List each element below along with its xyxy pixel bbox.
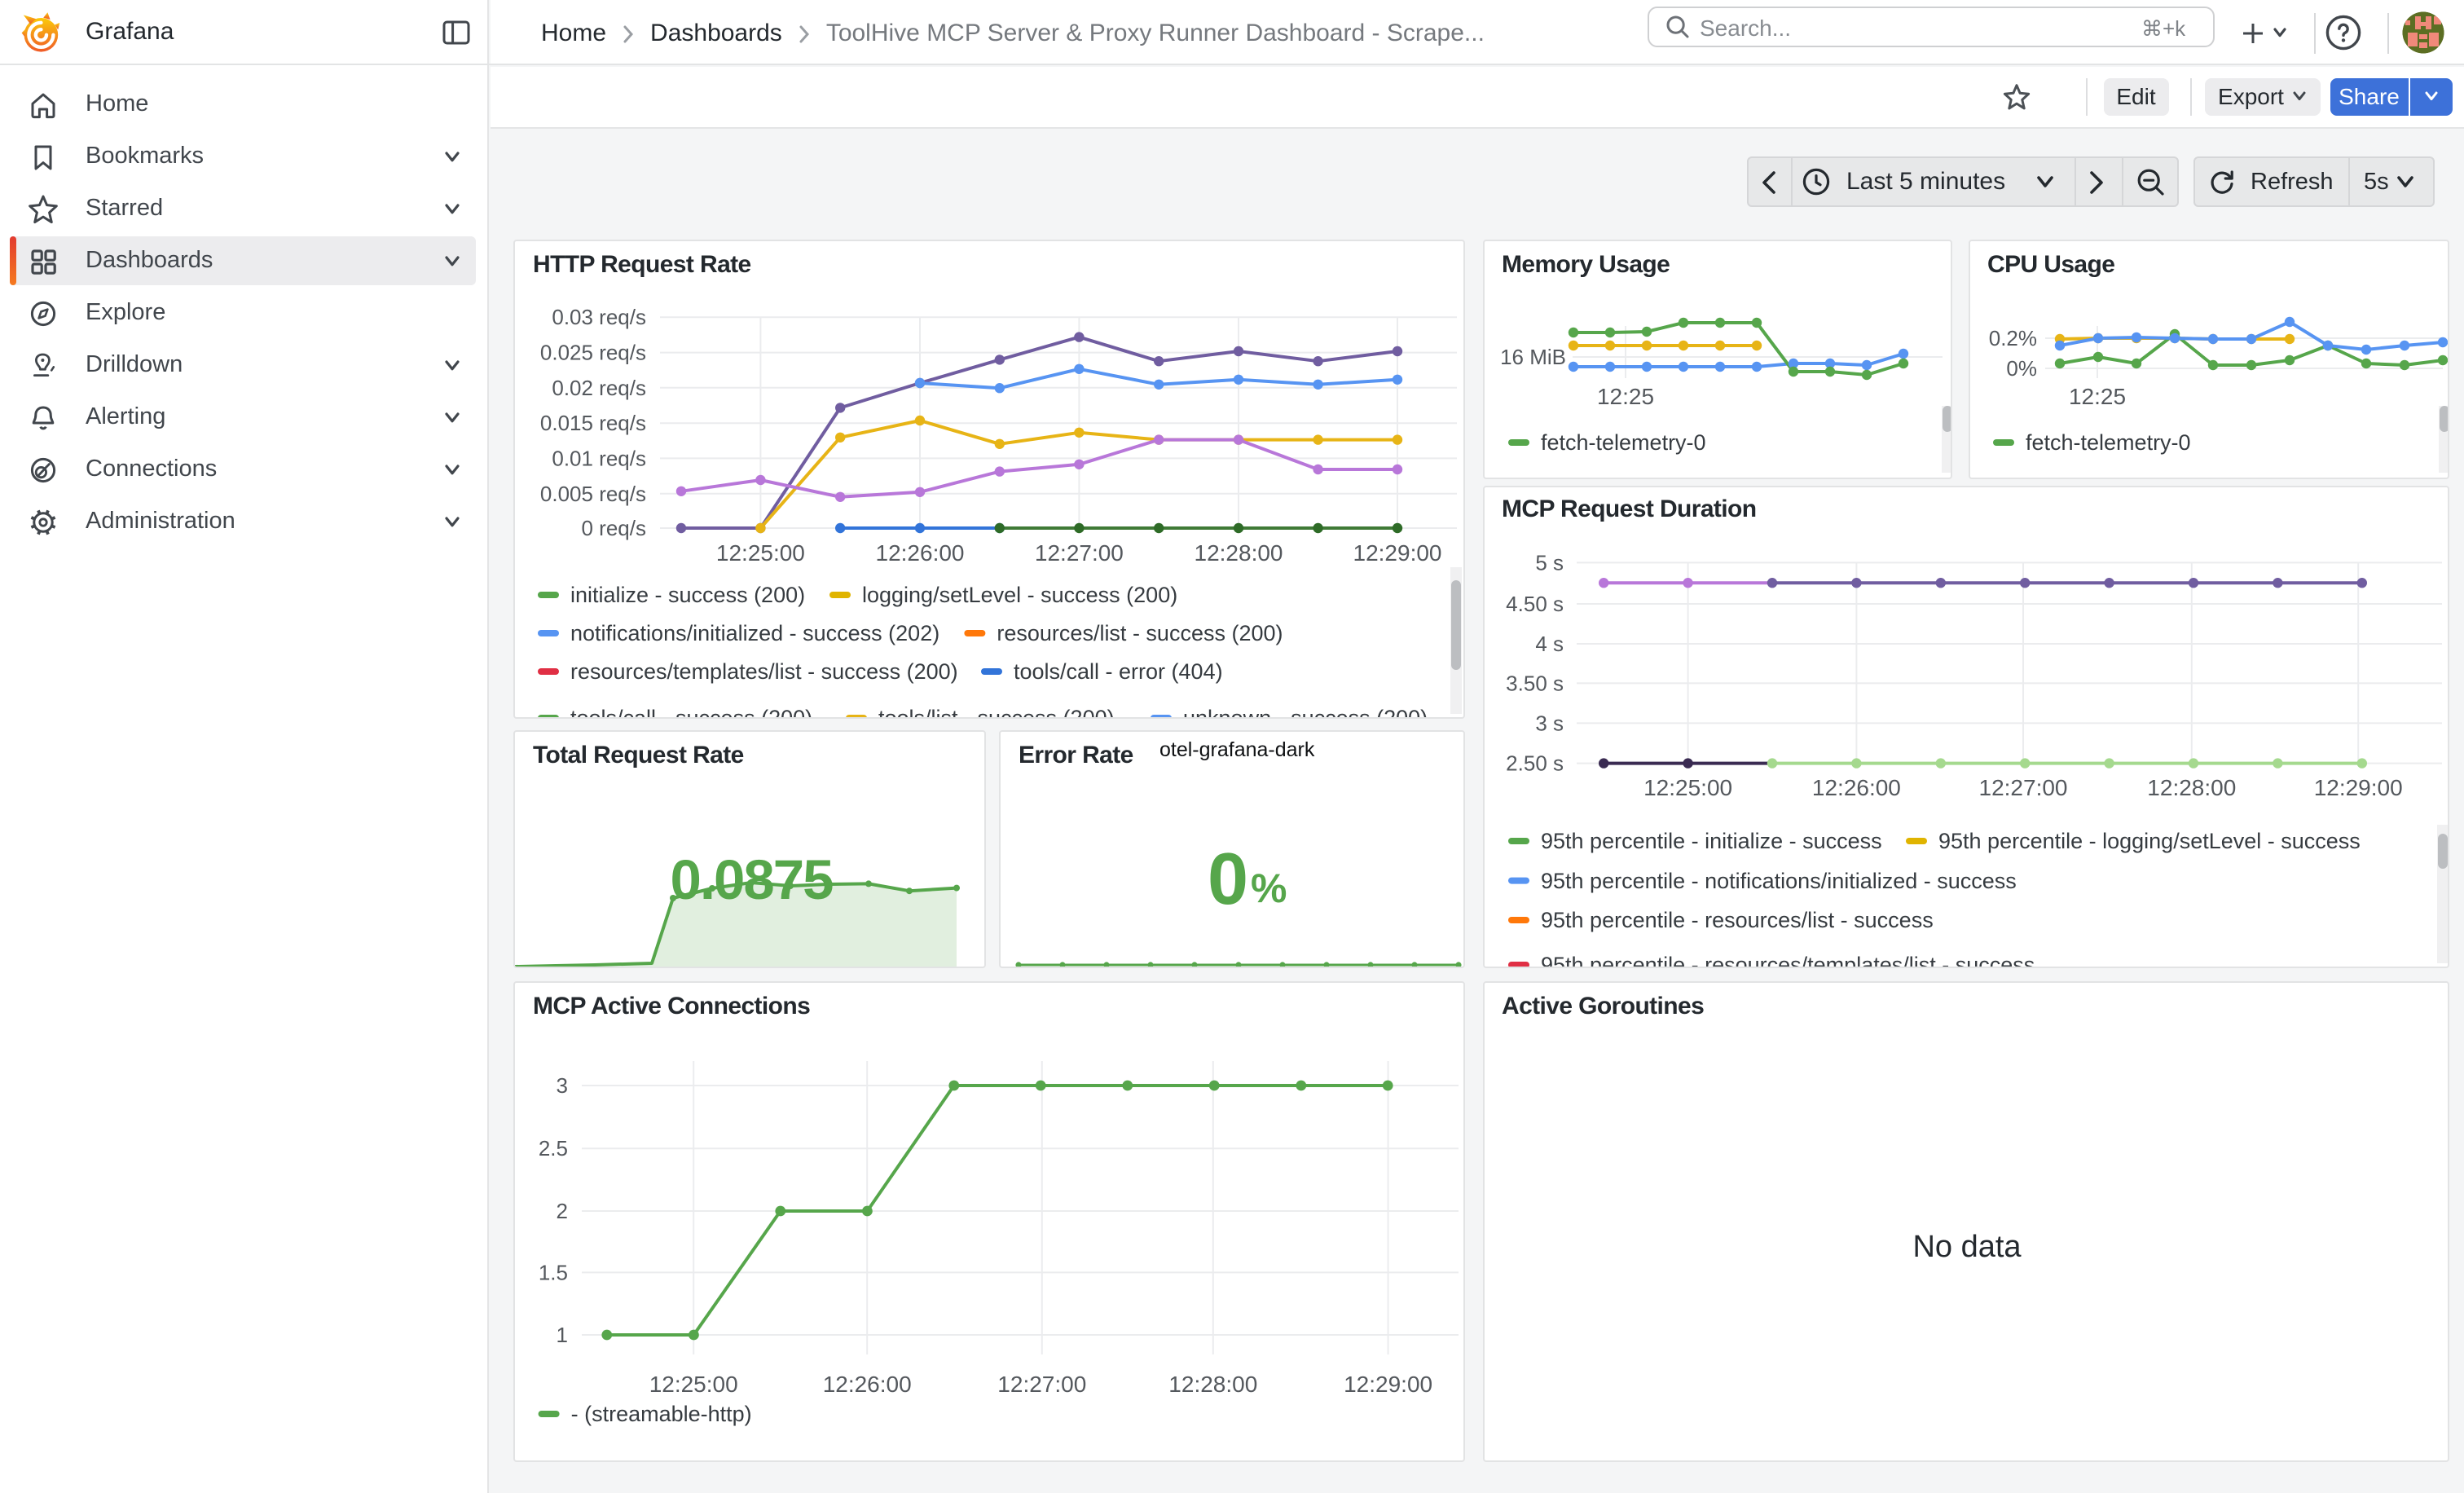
svg-text:95th percentile - resources/te: 95th percentile - resources/templates/li… (1540, 952, 2034, 968)
svg-text:2.5: 2.5 (539, 1136, 568, 1160)
svg-text:3.50 s: 3.50 s (1505, 670, 1563, 694)
svg-text:12:27:00: 12:27:00 (1035, 540, 1124, 566)
svg-text:12:26:00: 12:26:00 (1811, 774, 1900, 799)
svg-text:0.015 req/s: 0.015 req/s (540, 411, 646, 435)
svg-text:0.005 req/s: 0.005 req/s (540, 482, 646, 506)
svg-text:tools/list - success (200): tools/list - success (200) (878, 706, 1115, 719)
svg-text:resources/list - success (200): resources/list - success (200) (997, 621, 1283, 645)
svg-text:4.50 s: 4.50 s (1505, 591, 1563, 615)
svg-text:12:27:00: 12:27:00 (997, 1372, 1086, 1397)
svg-text:- (streamable-http): - (streamable-http) (571, 1402, 752, 1426)
svg-text:resources/templates/list - suc: resources/templates/list - success (200) (570, 659, 958, 684)
svg-text:12:29:00: 12:29:00 (2313, 774, 2402, 799)
svg-text:1: 1 (557, 1323, 568, 1347)
svg-text:12:28:00: 12:28:00 (2146, 774, 2235, 799)
svg-text:4 s: 4 s (1534, 631, 1563, 655)
svg-text:95th percentile - resources/li: 95th percentile - resources/list - succe… (1540, 907, 1933, 931)
svg-text:0.0875: 0.0875 (670, 848, 833, 911)
svg-text:2: 2 (557, 1199, 568, 1223)
svg-text:12:25: 12:25 (1596, 384, 1653, 409)
svg-text:0.03 req/s: 0.03 req/s (552, 305, 646, 329)
svg-text:95th percentile - notification: 95th percentile - notifications/initiali… (1540, 868, 2016, 892)
svg-text:12:28:00: 12:28:00 (1195, 540, 1283, 566)
svg-text:0.025 req/s: 0.025 req/s (540, 341, 646, 365)
svg-text:3: 3 (557, 1073, 568, 1098)
svg-text:12:29:00: 12:29:00 (1344, 1372, 1432, 1397)
svg-text:95th percentile - logging/setL: 95th percentile - logging/setLevel - suc… (1938, 828, 2360, 852)
svg-text:0.2%: 0.2% (1988, 326, 2036, 350)
svg-text:12:25: 12:25 (2068, 384, 2125, 409)
svg-text:16 MiB: 16 MiB (1499, 345, 1565, 369)
svg-text:0.01 req/s: 0.01 req/s (552, 446, 646, 470)
svg-text:12:25:00: 12:25:00 (649, 1372, 738, 1397)
svg-text:logging/setLevel - success (20: logging/setLevel - success (200) (862, 583, 1177, 607)
svg-text:12:27:00: 12:27:00 (1978, 774, 2067, 799)
svg-text:fetch-telemetry-0: fetch-telemetry-0 (2025, 430, 2190, 455)
svg-text:12:25:00: 12:25:00 (716, 540, 805, 566)
svg-text:tools/call - error (404): tools/call - error (404) (1014, 659, 1223, 684)
svg-text:12:29:00: 12:29:00 (1353, 540, 1442, 566)
svg-text:12:26:00: 12:26:00 (823, 1372, 912, 1397)
svg-text:initialize - success (200): initialize - success (200) (570, 583, 805, 607)
svg-text:3 s: 3 s (1534, 710, 1563, 734)
svg-text:1.5: 1.5 (539, 1260, 568, 1284)
svg-text:tools/call - success (200): tools/call - success (200) (570, 706, 812, 719)
svg-text:0 req/s: 0 req/s (582, 516, 647, 540)
svg-text:2.50 s: 2.50 s (1505, 751, 1563, 775)
svg-text:0%: 0% (2005, 356, 2036, 381)
svg-text:unknown - success (200): unknown - success (200) (1183, 706, 1428, 719)
svg-text:12:25:00: 12:25:00 (1643, 774, 1731, 799)
svg-text:95th percentile - initialize -: 95th percentile - initialize - success (1540, 828, 1881, 852)
svg-text:0.02 req/s: 0.02 req/s (552, 376, 646, 400)
svg-text:%: % (1251, 865, 1287, 911)
svg-text:12:28:00: 12:28:00 (1168, 1372, 1257, 1397)
svg-text:fetch-telemetry-0: fetch-telemetry-0 (1540, 430, 1705, 455)
svg-text:12:26:00: 12:26:00 (876, 540, 965, 566)
svg-text:5 s: 5 s (1534, 549, 1563, 574)
svg-text:0: 0 (1208, 839, 1248, 920)
svg-text:notifications/initialized - su: notifications/initialized - success (202… (570, 621, 939, 645)
